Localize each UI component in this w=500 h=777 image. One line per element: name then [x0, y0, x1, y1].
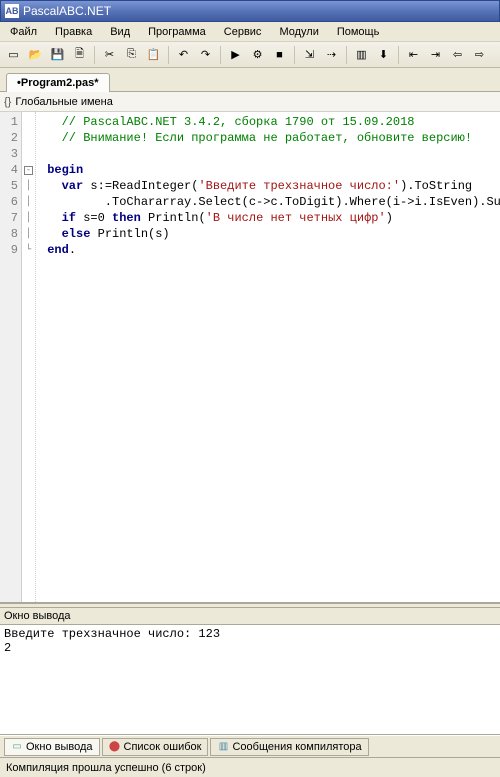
- menu-item-помощь[interactable]: Помощь: [329, 24, 388, 40]
- fold-toggle-icon[interactable]: -: [24, 166, 33, 175]
- menu-item-модули[interactable]: Модули: [271, 24, 326, 40]
- redo-icon[interactable]: ↷: [196, 45, 215, 64]
- toolbar-separator: [398, 46, 399, 64]
- menu-item-вид[interactable]: Вид: [102, 24, 138, 40]
- toolbar-separator: [220, 46, 221, 64]
- stop-icon[interactable]: ■: [270, 45, 289, 64]
- errors-tab-icon: ⬤: [109, 741, 121, 753]
- file-tab-program2[interactable]: •Program2.pas*: [6, 73, 110, 92]
- paste-icon[interactable]: 📋: [144, 45, 163, 64]
- file-tab-bar: •Program2.pas*: [0, 68, 500, 92]
- menu-bar: ФайлПравкаВидПрограммаСервисМодулиПомощь: [0, 22, 500, 42]
- errors-tab-label: Список ошибок: [124, 741, 202, 753]
- compiler-tab-label: Сообщения компилятора: [232, 741, 361, 753]
- status-bar: Компиляция прошла успешно (6 строк): [0, 757, 500, 777]
- output-panel-body[interactable]: Введите трехзначное число: 123 2: [0, 625, 500, 735]
- braces-icon: {}: [4, 96, 11, 108]
- toolbar-separator: [294, 46, 295, 64]
- output-tab-label: Окно вывода: [26, 741, 93, 753]
- toolbar-separator: [168, 46, 169, 64]
- scope-label: Глобальные имена: [15, 96, 113, 108]
- status-text: Компиляция прошла успешно (6 строк): [6, 762, 206, 774]
- step-into-icon[interactable]: ⇲: [300, 45, 319, 64]
- undo-icon[interactable]: ↶: [174, 45, 193, 64]
- compiler-tab[interactable]: ▥Сообщения компилятора: [210, 738, 368, 756]
- step-over-icon[interactable]: ⇢: [322, 45, 341, 64]
- new-file-icon[interactable]: ▭: [4, 45, 23, 64]
- code-editor[interactable]: 123456789 -││││└ // PascalABC.NET 3.4.2,…: [0, 112, 500, 603]
- nav-back-icon[interactable]: ⇦: [448, 45, 467, 64]
- open-file-icon[interactable]: 📂: [26, 45, 45, 64]
- app-icon: AB: [5, 4, 19, 18]
- menu-item-правка[interactable]: Правка: [47, 24, 100, 40]
- run-icon[interactable]: ▶: [226, 45, 245, 64]
- save-icon[interactable]: 💾: [48, 45, 67, 64]
- menu-item-файл[interactable]: Файл: [2, 24, 45, 40]
- outdent-icon[interactable]: ⇤: [404, 45, 423, 64]
- compile-icon[interactable]: ⚙: [248, 45, 267, 64]
- scope-bar[interactable]: {} Глобальные имена: [0, 92, 500, 112]
- line-number-gutter: 123456789: [0, 112, 22, 602]
- nav-fwd-icon[interactable]: ⇨: [470, 45, 489, 64]
- window-title: PascalABC.NET: [23, 4, 111, 18]
- menu-item-сервис[interactable]: Сервис: [216, 24, 270, 40]
- save-all-icon[interactable]: 🗎: [70, 45, 89, 64]
- form-designer-icon[interactable]: ▥: [352, 45, 371, 64]
- fold-gutter[interactable]: -││││└: [22, 112, 36, 602]
- title-bar: AB PascalABC.NET: [0, 0, 500, 22]
- toolbar-separator: [94, 46, 95, 64]
- toolbar: ▭📂💾🗎 ✂⎘📋 ↶↷ ▶⚙■ ⇲⇢ ▥⬇ ⇤⇥⇦⇨: [0, 42, 500, 68]
- cut-icon[interactable]: ✂: [100, 45, 119, 64]
- errors-tab[interactable]: ⬤Список ошибок: [102, 738, 209, 756]
- code-area[interactable]: // PascalABC.NET 3.4.2, сборка 1790 от 1…: [36, 112, 500, 602]
- output-tab[interactable]: ▭Окно вывода: [4, 738, 100, 756]
- indent-icon[interactable]: ⇥: [426, 45, 445, 64]
- copy-icon[interactable]: ⎘: [122, 45, 141, 64]
- menu-item-программа[interactable]: Программа: [140, 24, 214, 40]
- compiler-tab-icon: ▥: [217, 741, 229, 753]
- output-tab-icon: ▭: [11, 741, 23, 753]
- bottom-tab-bar: ▭Окно вывода⬤Список ошибок▥Сообщения ком…: [0, 735, 500, 757]
- output-panel-header: Окно вывода: [0, 607, 500, 625]
- toolbar-separator: [346, 46, 347, 64]
- save-exe-icon[interactable]: ⬇: [374, 45, 393, 64]
